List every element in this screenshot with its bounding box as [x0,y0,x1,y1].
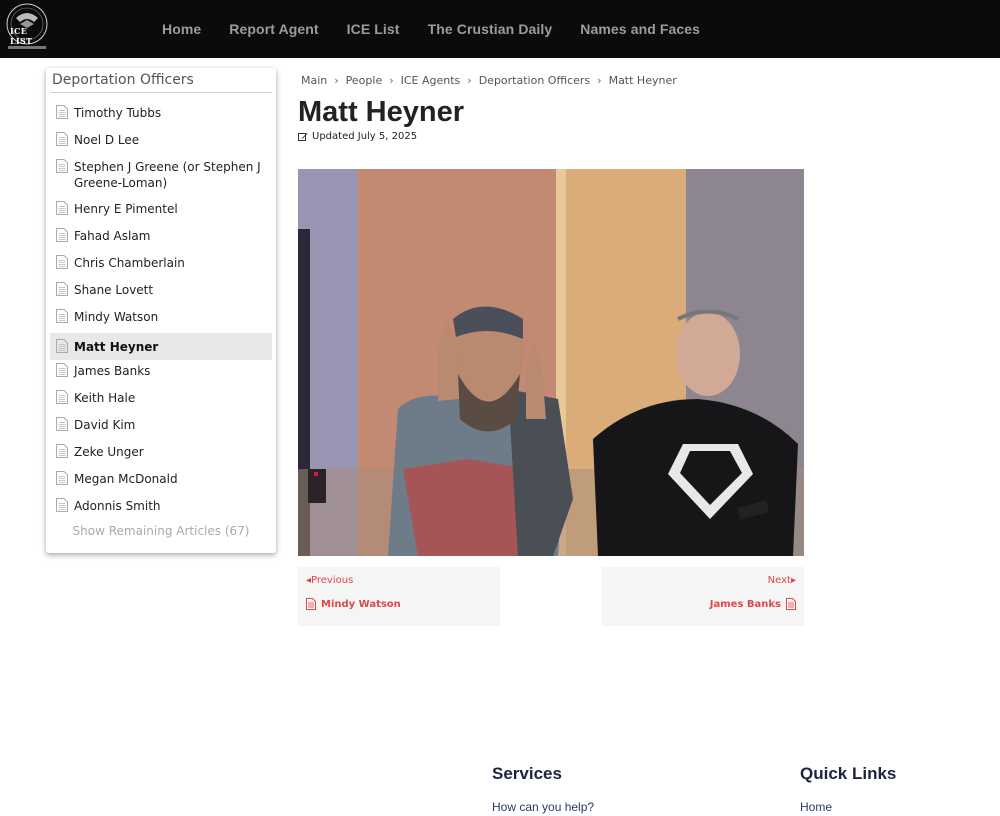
page-title: Matt Heyner [298,96,464,128]
sidebar-item-label: Stephen J Greene (or Stephen J Greene-Lo… [74,160,261,190]
document-icon [56,363,68,377]
sidebar-item-label: Matt Heyner [74,340,159,354]
updated-text: Updated July 5, 2025 [312,131,418,142]
document-icon [56,390,68,404]
sidebar-item[interactable]: Adonnis Smith [50,495,272,522]
document-icon [56,417,68,431]
chevron-right-icon: › [389,74,394,87]
sidebar-item-label: Chris Chamberlain [74,256,185,270]
footer-quick-links-heading: Quick Links [800,764,897,783]
document-icon [56,228,68,242]
document-icon [56,309,68,323]
sidebar-list: Timothy Tubbs Noel D Lee Stephen J Greene … [46,102,276,522]
site-logo[interactable]: ICE LIST [4,2,50,52]
top-navbar: ICE LIST Home Report Agent ICE List The … [0,0,1000,58]
sidebar-item[interactable]: Fahad Aslam [50,225,272,252]
footer-services-heading: Services [492,764,562,783]
document-icon [56,498,68,512]
chevron-right-icon: › [467,74,472,87]
footer-services-link[interactable]: How can you help? [492,800,594,814]
previous-article-link[interactable]: ◂Previous Mindy Watson [298,567,500,626]
breadcrumb-deportation-officers[interactable]: Deportation Officers [479,74,590,87]
sidebar-item-label: Mindy Watson [74,310,159,324]
previous-name: Mindy Watson [321,598,401,610]
sidebar-item-label: Keith Hale [74,391,136,405]
sidebar-item[interactable]: James Banks [50,360,272,387]
agent-photo [298,169,804,556]
breadcrumb-ice-agents[interactable]: ICE Agents [401,74,461,87]
sidebar-item-label: Noel D Lee [74,133,140,147]
sidebar-item[interactable]: Keith Hale [50,387,272,414]
sidebar-item[interactable]: Stephen J Greene (or Stephen J Greene-Lo… [50,156,272,198]
sidebar-item-label: Adonnis Smith [74,499,161,513]
document-icon [56,159,68,173]
document-icon [56,255,68,269]
sidebar-item[interactable]: David Kim [50,414,272,441]
chevron-right-icon: › [334,74,339,87]
nav-report-agent[interactable]: Report Agent [215,21,332,37]
nav-names-and-faces[interactable]: Names and Faces [566,21,714,37]
document-icon [786,598,796,610]
footer-home-link[interactable]: Home [800,800,832,814]
next-name: James Banks [709,598,781,610]
breadcrumb: Main › People › ICE Agents › Deportation Of… [301,74,677,87]
nav-ice-list[interactable]: ICE List [333,21,414,37]
sidebar-item[interactable]: Henry E Pimentel [50,198,272,225]
next-label-wrap: Next▸ [768,575,796,586]
breadcrumb-people[interactable]: People [346,74,383,87]
chevron-right-icon: › [597,74,602,87]
breadcrumb-main[interactable]: Main [301,74,327,87]
next-article-link[interactable]: Next▸ James Banks [602,567,804,626]
sidebar-item-label: Timothy Tubbs [74,106,162,120]
document-icon [56,282,68,296]
show-remaining-articles-link[interactable]: Show Remaining Articles (67) [46,524,276,538]
sidebar-panel: Deportation Officers Timothy Tubbs Noel D… [46,68,276,553]
sidebar-item-label: David Kim [74,418,136,432]
sidebar-item-label: Zeke Unger [74,445,144,459]
updated-date: Updated July 5, 2025 [298,131,417,142]
next-name-wrap: James Banks [710,598,796,610]
document-icon [306,598,316,610]
document-icon [56,105,68,119]
sidebar-item-label: Megan McDonald [74,472,178,486]
sidebar-item-label: Fahad Aslam [74,229,151,243]
document-icon [56,132,68,146]
document-icon [56,201,68,215]
logo-text: ICE LIST [10,26,33,46]
sidebar-item[interactable]: Mindy Watson [50,306,272,333]
sidebar-item[interactable]: Shane Lovett [50,279,272,306]
document-icon [56,471,68,485]
caret-right-icon: ▸ [790,575,796,586]
sidebar-item[interactable]: Zeke Unger [50,441,272,468]
previous-name-wrap: Mindy Watson [306,598,401,610]
sidebar-heading: Deportation Officers [50,68,272,93]
previous-label-wrap: ◂Previous [306,575,353,586]
document-icon [56,339,68,353]
breadcrumb-current: Matt Heyner [608,74,677,87]
sidebar-item-label: Henry E Pimentel [74,202,178,216]
sidebar-item-label: James Banks [74,364,151,378]
document-icon [56,444,68,458]
nav-home[interactable]: Home [148,21,215,37]
main-nav: Home Report Agent ICE List The Crustian … [148,0,714,58]
sidebar-item[interactable]: Megan McDonald [50,468,272,495]
sidebar-item[interactable]: Matt Heyner [50,333,272,360]
previous-label: Previous [311,575,354,586]
next-label: Next [767,575,791,586]
sidebar-item[interactable]: Noel D Lee [50,129,272,156]
sidebar-item-label: Shane Lovett [74,283,154,297]
edit-icon [298,132,308,141]
sidebar-item[interactable]: Chris Chamberlain [50,252,272,279]
nav-crustian-daily[interactable]: The Crustian Daily [414,21,567,37]
sidebar-item[interactable]: Timothy Tubbs [50,102,272,129]
